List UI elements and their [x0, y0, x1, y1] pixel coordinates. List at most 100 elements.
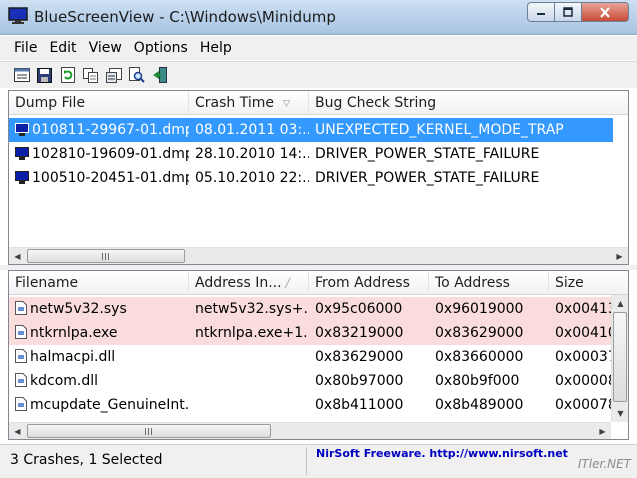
col-to-address-label: To Address [435, 275, 510, 291]
refresh-button[interactable] [56, 64, 79, 86]
html-report-button[interactable] [10, 64, 33, 86]
html-report-icon [13, 68, 30, 82]
copy-icon [82, 67, 98, 83]
dump-file-icon [15, 147, 29, 160]
scroll-thumb[interactable] [613, 312, 627, 402]
module-file-cell: kdcom.dll [9, 369, 189, 393]
nirsoft-link[interactable]: NirSoft Freeware. http://www.nirsoft.net [316, 447, 568, 460]
col-to-address[interactable]: To Address [429, 271, 549, 295]
bug-check-cell: DRIVER_POWER_STATE_FAILURE [315, 146, 540, 162]
properties-icon [105, 67, 122, 83]
dump-file-cell: 102810-19609-01.dmp [9, 142, 189, 166]
dump-file-cell: 100510-20451-01.dmp [9, 166, 189, 190]
scroll-left-icon[interactable]: ◀ [9, 423, 26, 439]
col-bug-check-string[interactable]: Bug Check String [309, 91, 628, 115]
table-row[interactable]: 102810-19609-01.dmp 28.10.2010 14:... DR… [9, 142, 613, 166]
dump-file-icon [15, 123, 29, 136]
col-from-address[interactable]: From Address [309, 271, 429, 295]
maximize-button[interactable] [554, 2, 581, 22]
address-in-cell [189, 369, 309, 393]
table-row[interactable]: ntkrnlpa.exe ntkrnlpa.exe+1... 0x8321900… [9, 321, 613, 345]
table-row[interactable]: halmacpi.dll 0x83629000 0x83660000 0x000… [9, 345, 613, 369]
from-address-cell: 0x80b97000 [315, 373, 404, 389]
copy-button[interactable] [79, 64, 102, 86]
module-list-hscrollbar[interactable]: ◀ ▶ [9, 422, 611, 439]
properties-button[interactable] [102, 64, 125, 86]
sort-arrow-icon: ╱ [285, 279, 291, 289]
status-crash-count: 3 Crashes, 1 Selected [10, 452, 163, 468]
module-file-cell: ntkrnlpa.exe [9, 321, 189, 345]
size-cell: 0x00413 [555, 301, 613, 317]
scroll-thumb[interactable] [27, 424, 271, 438]
address-in-cell [189, 345, 309, 369]
menu-view[interactable]: View [83, 36, 128, 60]
scroll-right-icon[interactable]: ▶ [611, 248, 628, 264]
col-dump-file[interactable]: Dump File [9, 91, 189, 115]
table-row[interactable]: mcupdate_GenuineInt... 0x8b411000 0x8b48… [9, 393, 613, 417]
col-address-in[interactable]: Address In... ╱ [189, 271, 309, 295]
maximize-icon [563, 7, 573, 17]
status-divider [306, 447, 307, 475]
dump-file-list[interactable]: Dump File Crash Time ▽ Bug Check String 0… [8, 90, 629, 265]
col-crash-time[interactable]: Crash Time ▽ [189, 91, 309, 115]
close-button[interactable] [581, 2, 629, 22]
module-file-name: halmacpi.dll [30, 349, 116, 365]
exit-button[interactable] [148, 64, 171, 86]
scroll-left-icon[interactable]: ◀ [9, 248, 26, 264]
to-address-cell: 0x8b489000 [435, 397, 524, 413]
dump-list-hscrollbar[interactable]: ◀ ▶ [9, 247, 628, 264]
module-list-vscrollbar[interactable]: ▲ ▼ [611, 295, 628, 422]
col-size[interactable]: Size [549, 271, 628, 295]
module-file-name: ntkrnlpa.exe [30, 325, 118, 341]
refresh-icon [60, 67, 75, 83]
menu-help[interactable]: Help [194, 36, 238, 60]
dump-file-name: 100510-20451-01.dmp [32, 170, 189, 186]
table-row[interactable]: kdcom.dll 0x80b97000 0x80b9f000 0x00008 [9, 369, 613, 393]
col-size-label: Size [555, 275, 584, 291]
title-bar[interactable]: BlueScreenView - C:\Windows\Minidump [0, 0, 637, 35]
table-row[interactable]: 010811-29967-01.dmp 08.01.2011 03:... UN… [9, 118, 613, 142]
size-cell: 0x00410 [555, 325, 613, 341]
table-row[interactable]: netw5v32.sys netw5v32.sys+... 0x95c06000… [9, 297, 613, 321]
col-address-in-label: Address In... [195, 275, 282, 291]
col-filename-label: Filename [15, 275, 79, 291]
menu-options[interactable]: Options [128, 36, 194, 60]
crash-time-cell: 28.10.2010 14:... [195, 146, 309, 162]
scroll-right-icon[interactable]: ▶ [594, 423, 611, 439]
module-file-icon [15, 397, 27, 411]
save-icon [37, 67, 52, 83]
menu-bar: File Edit View Options Help [0, 36, 637, 60]
crash-time-cell: 08.01.2011 03:... [195, 122, 309, 138]
toolbar [0, 61, 637, 88]
menu-edit[interactable]: Edit [43, 36, 82, 60]
size-cell: 0x00037 [555, 349, 613, 365]
dump-file-name: 102810-19609-01.dmp [32, 146, 189, 162]
to-address-cell: 0x96019000 [435, 301, 524, 317]
close-icon [600, 6, 610, 18]
find-button[interactable] [125, 64, 148, 86]
dump-list-header: Dump File Crash Time ▽ Bug Check String [9, 91, 628, 115]
table-row[interactable]: 100510-20451-01.dmp 05.10.2010 22:... DR… [9, 166, 613, 190]
exit-icon [152, 67, 167, 83]
module-list[interactable]: Filename Address In... ╱ From Address To … [8, 270, 629, 440]
from-address-cell: 0x95c06000 [315, 301, 403, 317]
minimize-button[interactable] [527, 2, 554, 22]
from-address-cell: 0x83219000 [315, 325, 404, 341]
module-file-icon [15, 373, 27, 387]
col-filename[interactable]: Filename [9, 271, 189, 295]
module-file-icon [15, 301, 27, 315]
menu-file[interactable]: File [8, 36, 43, 60]
scroll-thumb[interactable] [27, 249, 185, 263]
scroll-down-icon[interactable]: ▼ [612, 405, 628, 421]
module-list-header: Filename Address In... ╱ From Address To … [9, 271, 628, 295]
col-from-address-label: From Address [315, 275, 410, 291]
scroll-up-icon[interactable]: ▲ [612, 295, 628, 311]
address-in-cell [189, 393, 309, 417]
module-file-name: netw5v32.sys [30, 301, 127, 317]
bluescreen-monitor-icon [8, 7, 28, 24]
size-cell: 0x00078 [555, 397, 613, 413]
dump-file-name: 010811-29967-01.dmp [32, 122, 189, 138]
window-title: BlueScreenView - C:\Windows\Minidump [34, 8, 336, 26]
to-address-cell: 0x80b9f000 [435, 373, 520, 389]
save-button[interactable] [33, 64, 56, 86]
